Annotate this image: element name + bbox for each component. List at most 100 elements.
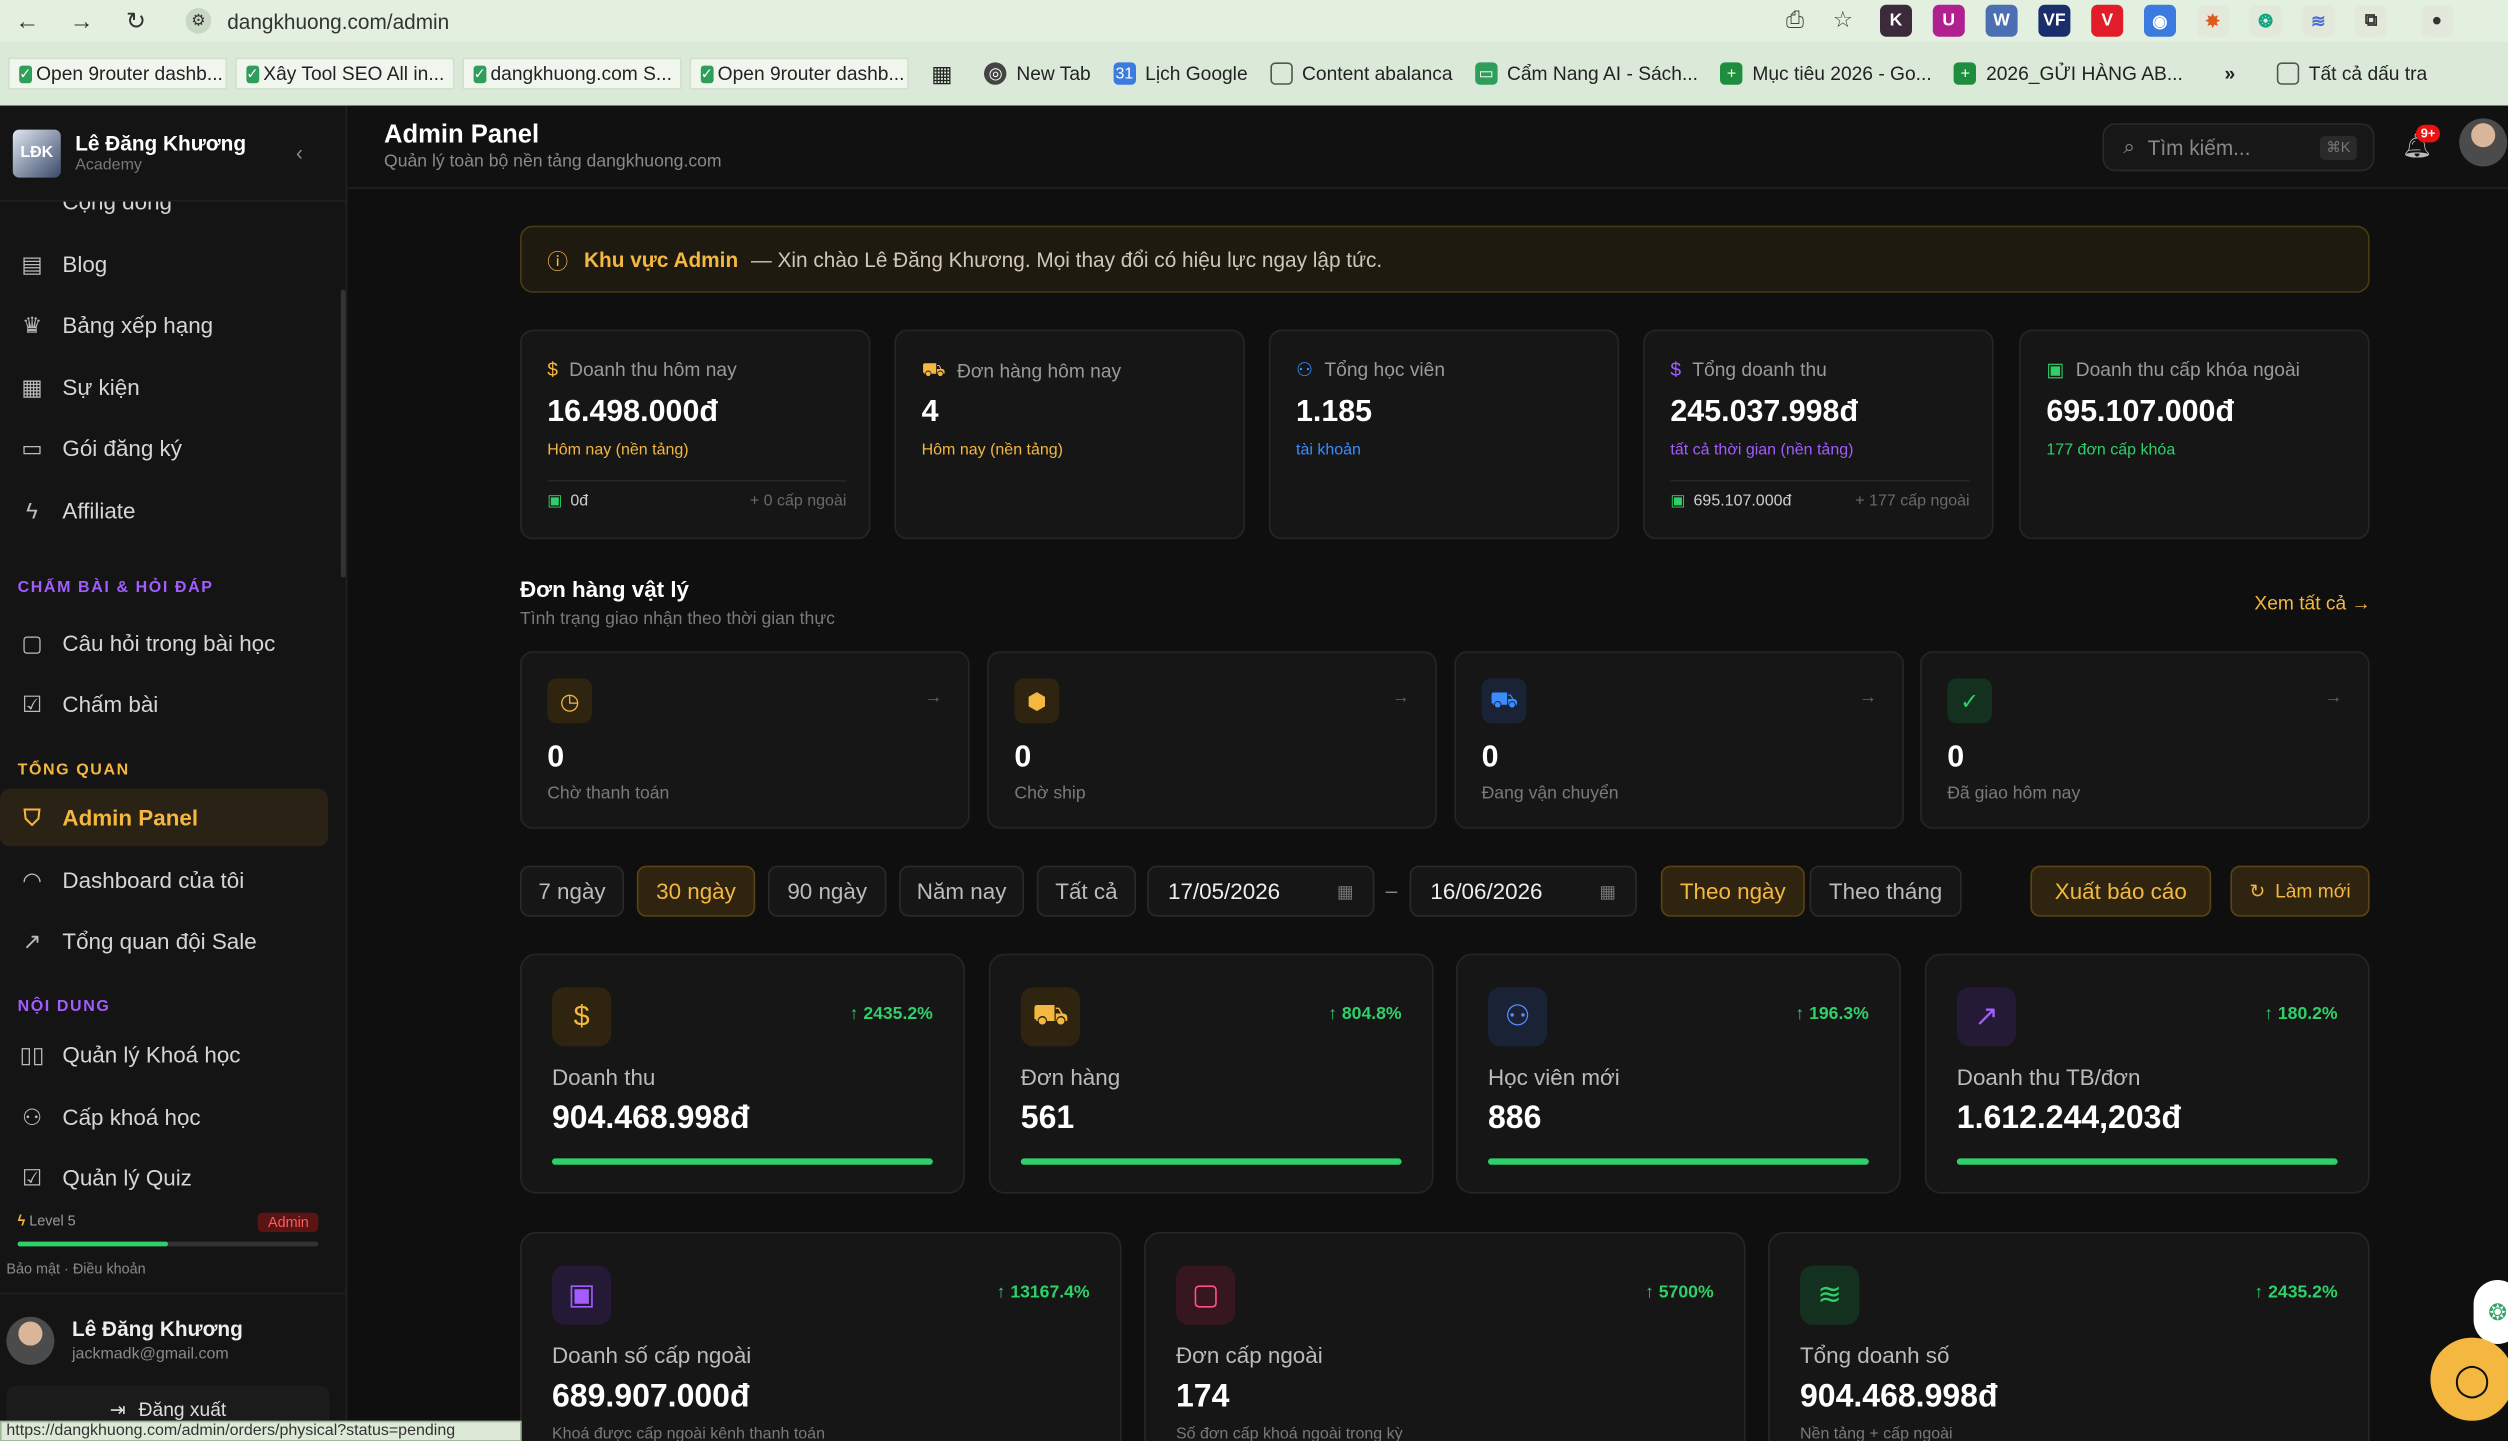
- external-metric-card[interactable]: ▣ ↑ 13167.4% Doanh số cấp ngoài 689.907.…: [520, 1232, 1122, 1441]
- sidebar-item-community[interactable]: ⌒ Cộng đồng: [0, 202, 328, 231]
- sidebar-item-my-dashboard[interactable]: ◠ Dashboard của tôi: [0, 851, 328, 909]
- extension-icon[interactable]: V: [2091, 4, 2124, 37]
- kpi-card[interactable]: ⛟ Đơn hàng hôm nay 4 Hôm nay (nền tảng): [894, 329, 1245, 540]
- kpi-card[interactable]: $ Doanh thu hôm nay 16.498.000đ Hôm nay (…: [520, 329, 871, 540]
- export-report-button[interactable]: Xuất báo cáo: [2030, 865, 2212, 917]
- profile-icon[interactable]: ●: [2420, 4, 2453, 37]
- external-metric-card[interactable]: ▢ ↑ 5700% Đơn cấp ngoài 174 Số đơn cấp k…: [1144, 1232, 1746, 1441]
- order-status-card[interactable]: ✓ → 0 Đã giao hôm nay: [1920, 651, 2370, 829]
- folder-icon: [1270, 62, 1293, 85]
- sidebar-item-courses[interactable]: ▯▯ Quản lý Khoá học: [0, 1026, 328, 1084]
- avatar[interactable]: [2459, 118, 2508, 167]
- sidebar-scrollbar[interactable]: [340, 289, 346, 578]
- assistant-bubble-icon[interactable]: ❂: [2473, 1280, 2508, 1344]
- tab-group-item[interactable]: ✓ Open 9router dashb...: [8, 57, 228, 90]
- chat-widget-button[interactable]: ◯: [2430, 1337, 2508, 1421]
- metric-change: ↑ 5700%: [1645, 1283, 1714, 1303]
- range-7-days-button[interactable]: 7 ngày: [520, 865, 624, 917]
- install-icon[interactable]: ⎙: [1786, 6, 1804, 33]
- collapse-sidebar-icon[interactable]: ‹: [296, 141, 303, 165]
- extension-icon[interactable]: U: [1932, 4, 1965, 37]
- sidebar-item-label: Admin Panel: [62, 804, 199, 831]
- bookmark-calendar[interactable]: 31 Lịch Google: [1113, 62, 1248, 85]
- bookmark-new-tab[interactable]: ◎ New Tab: [984, 62, 1091, 85]
- range-year-button[interactable]: Năm nay: [899, 865, 1024, 917]
- sidebar-item-affiliate[interactable]: ϟ Affiliate: [0, 482, 328, 540]
- extensions-puzzle-icon[interactable]: ⧉: [2355, 4, 2388, 37]
- bookmark-slides[interactable]: ▭ Cẩm Nang AI - Sách...: [1474, 62, 1698, 85]
- back-icon[interactable]: ←: [13, 6, 42, 35]
- sidebar-item-sales-overview[interactable]: ↗ Tổng quan đội Sale: [0, 912, 328, 970]
- metric-label: Doanh số cấp ngoài: [552, 1342, 752, 1368]
- metric-card[interactable]: $ ↑ 2435.2% Doanh thu 904.468.998đ: [520, 953, 965, 1194]
- notification-bell-icon[interactable]: 🔔︎ 9+: [2402, 124, 2441, 163]
- calendar-icon[interactable]: ▦: [1337, 882, 1354, 902]
- order-status-card[interactable]: ◷ → 0 Chờ thanh toán: [520, 651, 970, 829]
- range-30-days-button[interactable]: 30 ngày: [636, 865, 756, 917]
- metric-card[interactable]: ⛟ ↑ 804.8% Đơn hàng 561: [988, 953, 1434, 1194]
- bookmark-sheets[interactable]: + Mục tiêu 2026 - Go...: [1720, 62, 1932, 85]
- group-by-day-button[interactable]: Theo ngày: [1660, 865, 1805, 917]
- kpi-card[interactable]: $ Tổng doanh thu 245.037.998đ tất cả thời…: [1643, 329, 1994, 540]
- range-all-button[interactable]: Tất cả: [1036, 865, 1136, 917]
- sidebar-item-subscriptions[interactable]: ▭ Gói đăng ký: [0, 419, 328, 477]
- date-to-input[interactable]: 16/06/2026 ▦: [1409, 865, 1637, 917]
- order-status-card[interactable]: ⛟ → 0 Đang vận chuyển: [1454, 651, 1904, 829]
- extension-icon[interactable]: VF: [2038, 4, 2071, 37]
- extension-icon[interactable]: K: [1880, 4, 1912, 37]
- calendar-icon[interactable]: ▦: [1599, 882, 1616, 902]
- metric-card[interactable]: ⚇ ↑ 196.3% Học viên mới 886: [1456, 953, 1901, 1194]
- section-subtitle: Tình trạng giao nhận theo thời gian thực: [520, 609, 835, 629]
- sidebar-item-grading[interactable]: ☑ Chấm bài: [0, 675, 328, 733]
- user-card[interactable]: Lê Đăng Khương jackmadk@gmail.com: [0, 1292, 346, 1386]
- external-metric-card[interactable]: ≋ ↑ 2435.2% Tổng doanh số 904.468.998đ N…: [1768, 1232, 2370, 1441]
- extension-icon[interactable]: W: [1985, 4, 2018, 37]
- footer-links[interactable]: Bảo mật · Điều khoản: [6, 1261, 145, 1277]
- address-bar[interactable]: ⚙ dangkhuong.com/admin: [172, 3, 1853, 39]
- kpi-card[interactable]: ⚇ Tổng học viên 1.185 tài khoản: [1268, 329, 1620, 540]
- tab-group-item[interactable]: ✓ dangkhuong.com S...: [462, 57, 682, 90]
- refresh-label: Làm mới: [2275, 880, 2351, 903]
- metric-bar: [1956, 1158, 2338, 1165]
- extension-icon[interactable]: ❂: [2249, 4, 2282, 37]
- sidebar-item-label: Câu hỏi trong bài học: [62, 630, 276, 656]
- user-plus-icon: ⚇: [21, 1103, 43, 1129]
- group-by-month-button[interactable]: Theo tháng: [1809, 865, 1962, 917]
- date-from-input[interactable]: 17/05/2026 ▦: [1147, 865, 1375, 917]
- sidebar-nav[interactable]: ⌒ Cộng đồng ▤ Blog ♛ Bảng xếp hạng ▦ Sự kiện…: [0, 202, 344, 1290]
- order-status-card[interactable]: ⬢ → 0 Chờ ship: [987, 651, 1437, 829]
- order-count: 0: [547, 740, 565, 775]
- extension-icon[interactable]: ✸: [2196, 4, 2229, 37]
- sidebar-item-leaderboard[interactable]: ♛ Bảng xếp hạng: [0, 296, 328, 354]
- metric-card[interactable]: ↗ ↑ 180.2% Doanh thu TB/đơn 1.612.244,20…: [1924, 953, 2370, 1194]
- refresh-button[interactable]: ↻ Làm mới: [2230, 865, 2370, 917]
- all-bookmarks[interactable]: Tất cả dấu tra: [2276, 62, 2427, 85]
- bookmark-folder[interactable]: Content abalanca: [1270, 62, 1453, 85]
- date-separator: –: [1385, 878, 1398, 903]
- brand-logo[interactable]: LĐK: [12, 128, 61, 177]
- bookmark-star-icon[interactable]: ☆: [1833, 6, 1853, 33]
- site-info-icon[interactable]: ⚙: [185, 8, 212, 34]
- forward-icon[interactable]: →: [67, 6, 96, 35]
- more-bookmarks-icon[interactable]: »: [2224, 62, 2235, 84]
- see-all-link[interactable]: Xem tất cả →: [2254, 592, 2370, 614]
- extension-icon[interactable]: ≋: [2302, 4, 2335, 37]
- sidebar-item-quiz[interactable]: ☑ Quản lý Quiz: [0, 1149, 328, 1207]
- reload-icon[interactable]: ↻: [122, 6, 151, 35]
- extension-icon[interactable]: ◉: [2144, 4, 2176, 37]
- range-90-days-button[interactable]: 90 ngày: [768, 865, 887, 917]
- kpi-sub: Hôm nay (nền tảng): [921, 441, 1064, 460]
- search-input[interactable]: ⌕ Tìm kiếm... ⌘K: [2102, 123, 2375, 172]
- page-subtitle: Quản lý toàn bộ nền tảng dangkhuong.com: [384, 152, 722, 172]
- sidebar-item-admin-panel[interactable]: ⛉ Admin Panel: [0, 788, 328, 847]
- sidebar-item-blog[interactable]: ▤ Blog: [0, 235, 328, 293]
- kpi-card[interactable]: ▣ Doanh thu cấp khóa ngoài 695.107.000đ 1…: [2019, 329, 2370, 540]
- sidebar-item-events[interactable]: ▦ Sự kiện: [0, 358, 328, 416]
- section-grading: CHẤM BÀI & HỎI ĐÁP: [17, 579, 214, 597]
- sidebar-item-lesson-questions[interactable]: ▢ Câu hỏi trong bài học: [0, 614, 328, 672]
- tab-group-item[interactable]: ✓ Xây Tool SEO All in...: [235, 57, 455, 90]
- tab-groups-icon[interactable]: ▦: [931, 60, 952, 87]
- tab-group-item[interactable]: ✓ Open 9router dashb...: [689, 57, 909, 90]
- bookmark-sheets[interactable]: +2026_GỬI HÀNG AB...: [1954, 62, 2183, 85]
- sidebar-item-grant-course[interactable]: ⚇ Cấp khoá học: [0, 1088, 328, 1146]
